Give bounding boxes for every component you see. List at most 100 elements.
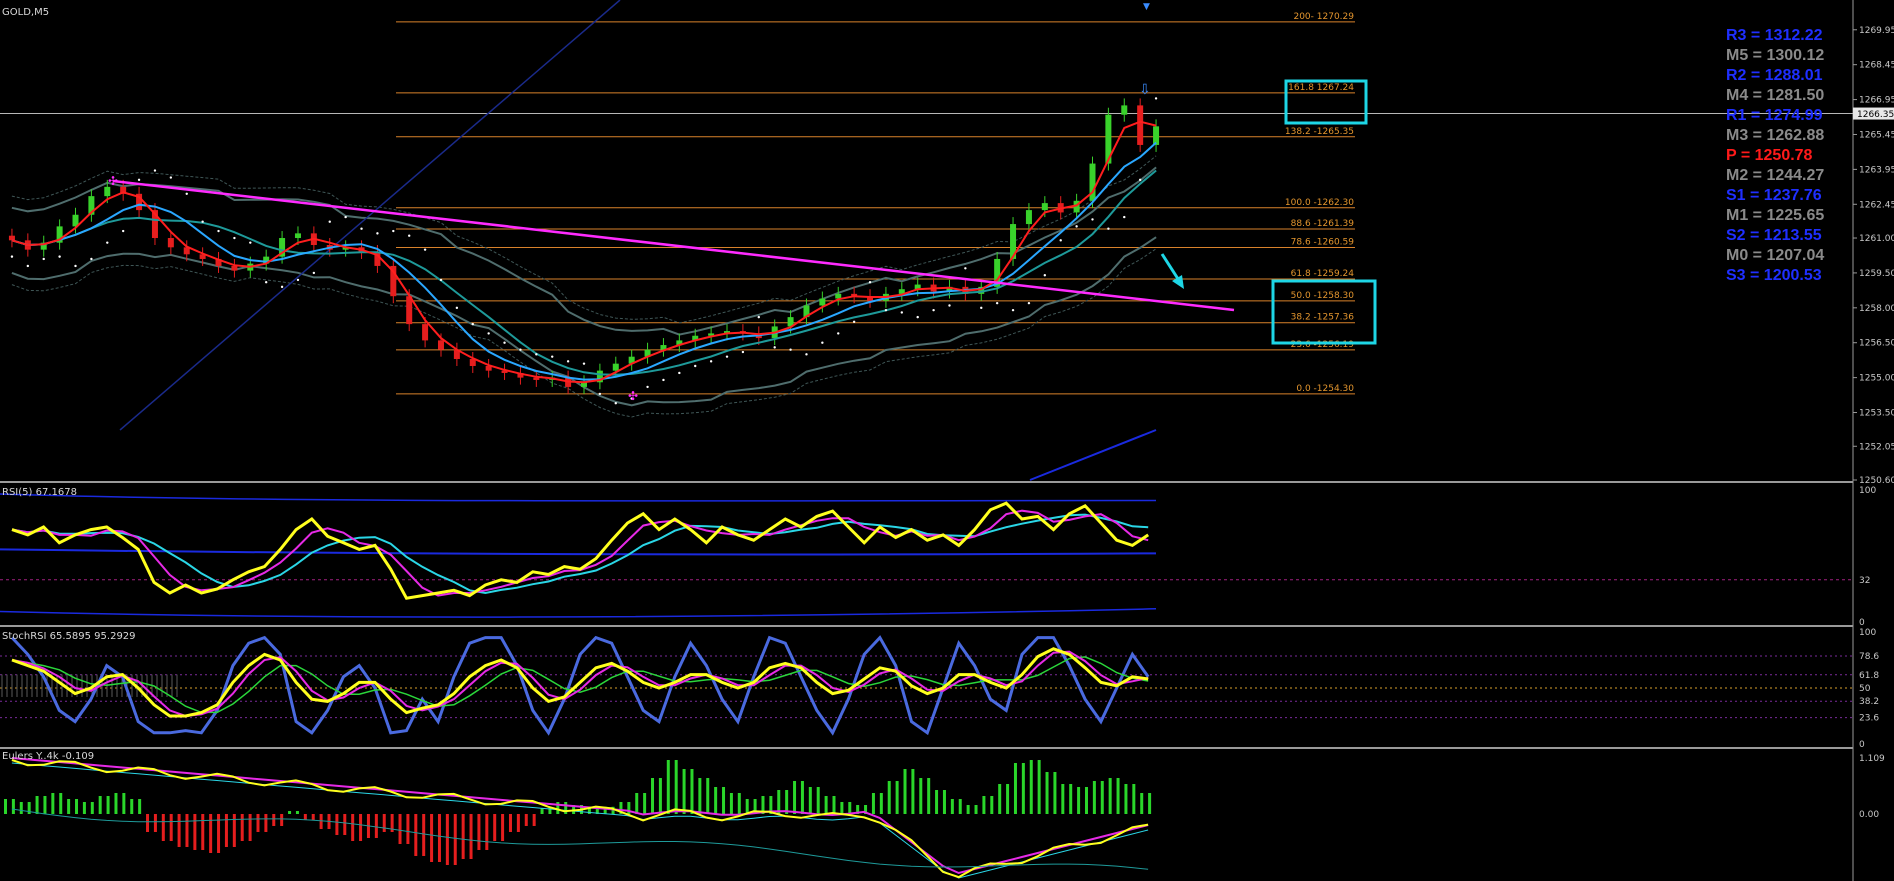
histogram-bar	[288, 811, 292, 814]
histogram-bar	[311, 814, 315, 820]
histogram-bar	[674, 760, 678, 814]
parabolic-sar-dot	[535, 353, 538, 356]
histogram-bar	[1077, 787, 1081, 814]
histogram-bar	[793, 781, 797, 814]
parabolic-sar-dot	[1043, 274, 1047, 277]
osc-tick-label: 1.109	[1859, 754, 1885, 764]
parabolic-sar-dot	[821, 341, 824, 344]
parabolic-sar-dot	[868, 281, 872, 284]
histogram-bar	[169, 814, 173, 841]
histogram-bar	[1084, 787, 1088, 814]
histogram-bar	[453, 814, 457, 865]
parabolic-sar-dot	[455, 306, 459, 310]
parabolic-sar-dot	[662, 378, 665, 382]
price-tick-label: 1255.00	[1859, 374, 1894, 384]
histogram-bar	[1029, 760, 1033, 814]
histogram-bar	[43, 796, 47, 814]
histogram-bar	[895, 781, 899, 814]
fib-level-label: 0.0 -1254.30	[1296, 384, 1354, 394]
histogram-bar	[343, 814, 347, 835]
parabolic-sar-dot	[58, 255, 61, 258]
histogram-bar	[82, 802, 86, 814]
histogram-bar	[153, 814, 157, 832]
histogram-bar	[745, 799, 749, 814]
parabolic-sar-dot	[201, 220, 204, 223]
parabolic-sar-dot	[344, 215, 347, 219]
histogram-bar	[1100, 781, 1104, 814]
histogram-bar	[1092, 781, 1096, 814]
parabolic-sar-dot	[884, 308, 888, 312]
parabolic-sar-dot	[995, 301, 999, 305]
histogram-bar	[966, 805, 970, 814]
histogram-bar	[887, 781, 891, 814]
histogram-bar	[1037, 760, 1041, 814]
down-arrow-signal-icon: ⇩	[1139, 82, 1151, 98]
candle-body	[1041, 203, 1048, 211]
osc-title: Eulers Y..4k -0.109	[2, 751, 94, 762]
histogram-bar	[524, 814, 528, 826]
trading-chart-canvas[interactable]: GOLD,M5 200- 1270.29 161.8 1267.24 138.2 -…	[0, 0, 1894, 881]
histogram-bar	[430, 814, 434, 862]
candle-body	[612, 363, 619, 371]
parabolic-sar-dot	[264, 281, 268, 284]
fib-level-label: 23.6 -1256.19	[1291, 340, 1355, 350]
parabolic-sar-dot	[185, 192, 188, 196]
fib-level-label: 200- 1270.29	[1293, 12, 1354, 22]
candle-body	[1121, 105, 1128, 115]
candle-body	[8, 235, 15, 241]
histogram-bar	[1108, 778, 1112, 814]
parabolic-sar-dot	[312, 271, 316, 275]
histogram-bar	[67, 799, 71, 814]
histogram-bar	[319, 814, 323, 829]
fib-level-label: 78.6 -1260.59	[1291, 238, 1355, 248]
fib-level-label: 88.6 -1261.39	[1291, 219, 1355, 229]
fib-level-label: 100.0 -1262.30	[1285, 198, 1354, 208]
parabolic-sar-dot	[1154, 97, 1158, 100]
histogram-bar	[508, 814, 512, 832]
parabolic-sar-dot	[392, 229, 395, 233]
stoch-tick-label: 100	[1859, 628, 1876, 638]
histogram-bar	[248, 814, 252, 841]
fib-level-label: 61.8 -1259.24	[1291, 269, 1355, 279]
parabolic-sar-dot	[328, 220, 331, 223]
histogram-bar	[59, 793, 63, 814]
histogram-bar	[280, 814, 284, 826]
histogram-bar	[942, 790, 946, 814]
pivot-level: R3 = 1312.22	[1726, 27, 1823, 44]
stoch-tick-label: 0	[1859, 740, 1865, 750]
histogram-bar	[272, 814, 276, 826]
fib-level-label: 138.2 -1265.35	[1285, 127, 1354, 137]
parabolic-sar-dot	[169, 176, 173, 179]
stoch-tick-label: 23.6	[1859, 714, 1879, 724]
histogram-bar	[643, 793, 647, 814]
histogram-bar	[477, 814, 481, 850]
price-tick-label: 1250.60	[1859, 476, 1894, 486]
histogram-bar	[303, 814, 307, 820]
parabolic-sar-dot	[980, 306, 983, 310]
parabolic-sar-dot	[280, 285, 284, 289]
histogram-bar	[4, 799, 7, 814]
pivot-level: S3 = 1200.53	[1726, 267, 1822, 284]
histogram-bar	[982, 796, 986, 814]
parabolic-sar-dot	[471, 322, 474, 326]
histogram-bar	[816, 787, 820, 814]
parabolic-sar-dot	[90, 257, 93, 261]
stoch-tick-label: 78.6	[1859, 652, 1879, 662]
histogram-bar	[1013, 763, 1017, 814]
stoch-tick-label: 38.2	[1859, 697, 1879, 707]
parabolic-sar-dot	[10, 255, 14, 258]
parabolic-sar-dot	[121, 229, 125, 233]
pivot-level: R1 = 1274.99	[1726, 107, 1823, 124]
histogram-bar	[98, 796, 102, 814]
histogram-bar	[879, 793, 883, 814]
histogram-bar	[193, 814, 197, 850]
parabolic-sar-dot	[837, 332, 840, 335]
price-tick-label: 1258.00	[1859, 304, 1894, 314]
histogram-bar	[564, 802, 568, 814]
histogram-bar	[201, 814, 205, 850]
rsi-tick-label: 0	[1859, 618, 1865, 628]
histogram-bar	[35, 796, 39, 814]
candle-body	[1137, 105, 1144, 145]
fib-level-label: 50.0 -1258.30	[1291, 291, 1355, 301]
histogram-bar	[832, 796, 836, 814]
